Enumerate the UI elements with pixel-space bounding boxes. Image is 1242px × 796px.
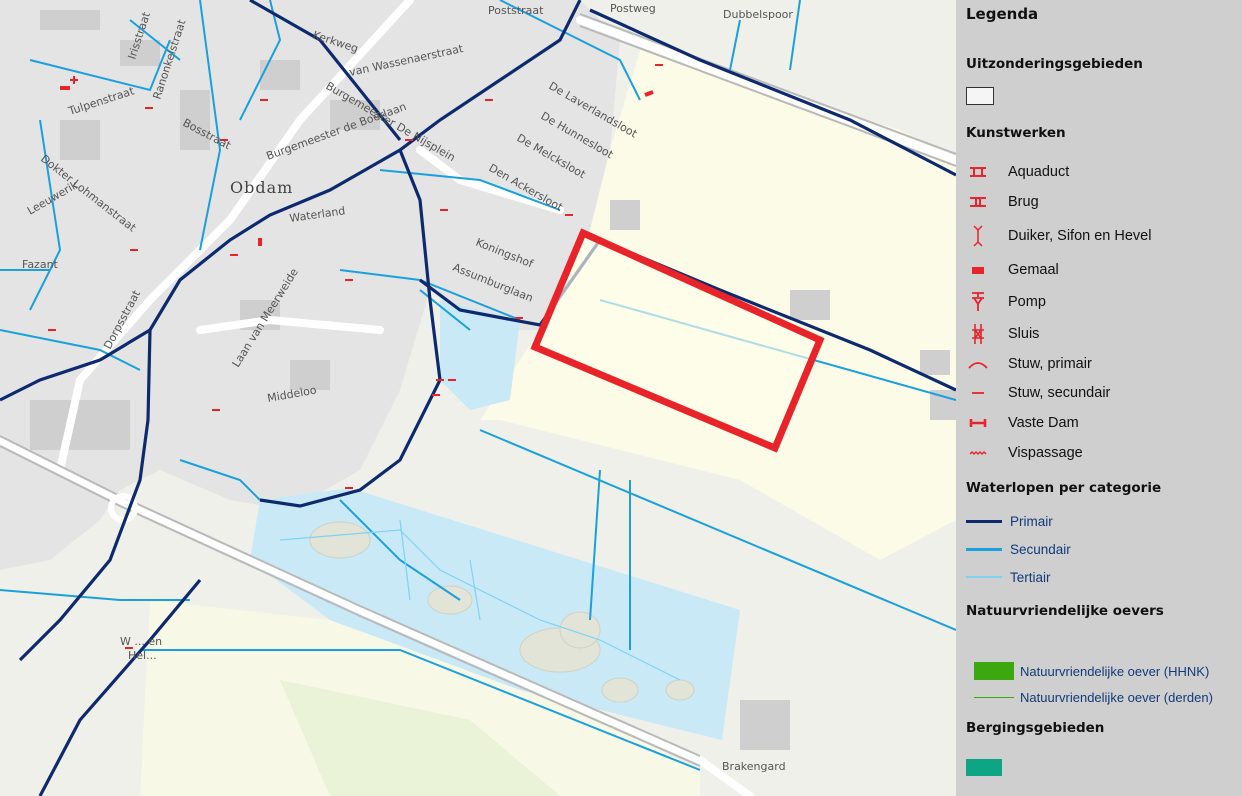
uitzondering-swatch (966, 85, 994, 107)
legend-item-oever-derden: Natuurvriendelijke oever (derden) (974, 686, 1213, 708)
legend-label: Sluis (1008, 326, 1040, 342)
secundair-line (966, 547, 1002, 551)
label-postweg: Postweg (610, 2, 656, 15)
section-oevers: Natuurvriendelijke oevers (966, 603, 1164, 619)
berging-swatch (966, 758, 1002, 776)
legend-label: Primair (1010, 513, 1053, 529)
legend-item-stuw-secundair: Stuw, secundair (966, 382, 1110, 404)
sluis-icon (972, 324, 984, 344)
primair-line (966, 519, 1002, 523)
legend-label: Secundair (1010, 541, 1071, 557)
map-view[interactable]: Obdam Brakengard W ... en Hel... Postweg… (0, 0, 956, 796)
label-fazant: Fazant (22, 258, 59, 271)
legend-label: Vaste Dam (1008, 415, 1079, 431)
legend-item-sluis: Sluis (966, 323, 1039, 345)
legend-item-aquaduct: Aquaduct (966, 161, 1069, 183)
legend-title: Legenda (966, 5, 1039, 23)
section-uitzondering: Uitzonderingsgebieden (966, 56, 1143, 72)
legend-label: Pomp (1008, 294, 1046, 310)
legend-item-vispassage: Vispassage (966, 442, 1083, 464)
label-poststraat: Poststraat (488, 4, 544, 17)
gemaal-icon (972, 267, 984, 274)
legend-label: Brug (1008, 194, 1039, 210)
label-weel: W ... en (120, 635, 162, 648)
label-brakengard: Brakengard (722, 760, 786, 773)
pomp-icon (972, 292, 984, 311)
legend-label: Stuw, primair (1008, 356, 1092, 372)
legend-item-duiker: Duiker, Sifon en Hevel (966, 225, 1151, 247)
legend-item-brug: Brug (966, 191, 1039, 213)
legend-item-stuw-primair: Stuw, primair (966, 353, 1092, 375)
legend-item-tertiair: Tertiair (966, 566, 1051, 588)
duiker-icon (973, 225, 983, 247)
legend-item-berging (966, 756, 1002, 778)
legend-item-oever-hhnk: Natuurvriendelijke oever (HHNK) (974, 660, 1209, 682)
tertiair-line (966, 576, 1002, 578)
legend-item-secundair: Secundair (966, 538, 1071, 560)
section-kunstwerken: Kunstwerken (966, 125, 1066, 141)
vispassage-icon (969, 451, 987, 455)
aquaduct-icon (970, 167, 986, 177)
legend-label: Stuw, secundair (1008, 385, 1111, 401)
stuw-primair-icon (968, 362, 988, 369)
section-waterlopen: Waterlopen per categorie (966, 480, 1162, 496)
legend-item-primair: Primair (966, 510, 1053, 532)
legend-item-gemaal: Gemaal (966, 259, 1059, 281)
map-canvas[interactable]: Obdam Brakengard W ... en Hel... Postweg… (0, 0, 956, 796)
legend-label: Natuurvriendelijke oever (HHNK) (1020, 663, 1210, 679)
stuw-secundair-icon (972, 392, 984, 394)
legend-panel: Legenda Uitzonderingsgebieden Kunstwerke… (956, 0, 1242, 796)
label-obdam: Obdam (230, 178, 293, 197)
legend-label: Vispassage (1008, 445, 1083, 461)
section-berging: Bergingsgebieden (966, 720, 1105, 736)
legend-item-uitzondering (966, 85, 994, 107)
oever-hhnk-swatch (974, 662, 1014, 680)
legend-label: Aquaduct (1008, 164, 1070, 180)
oever-derden-line (974, 696, 1014, 698)
vaste-dam-icon (969, 419, 987, 427)
legend-label: Tertiair (1010, 569, 1051, 585)
legend-label: Duiker, Sifon en Hevel (1008, 228, 1152, 244)
legend-label: Gemaal (1008, 262, 1059, 278)
legend-item-vaste-dam: Vaste Dam (966, 412, 1079, 434)
legend-label: Natuurvriendelijke oever (derden) (1020, 689, 1213, 705)
label-dubbelspoor: Dubbelspoor (723, 8, 793, 21)
brug-icon (970, 197, 986, 207)
label-weel2: Hel... (128, 649, 157, 662)
legend-item-pomp: Pomp (966, 291, 1046, 313)
